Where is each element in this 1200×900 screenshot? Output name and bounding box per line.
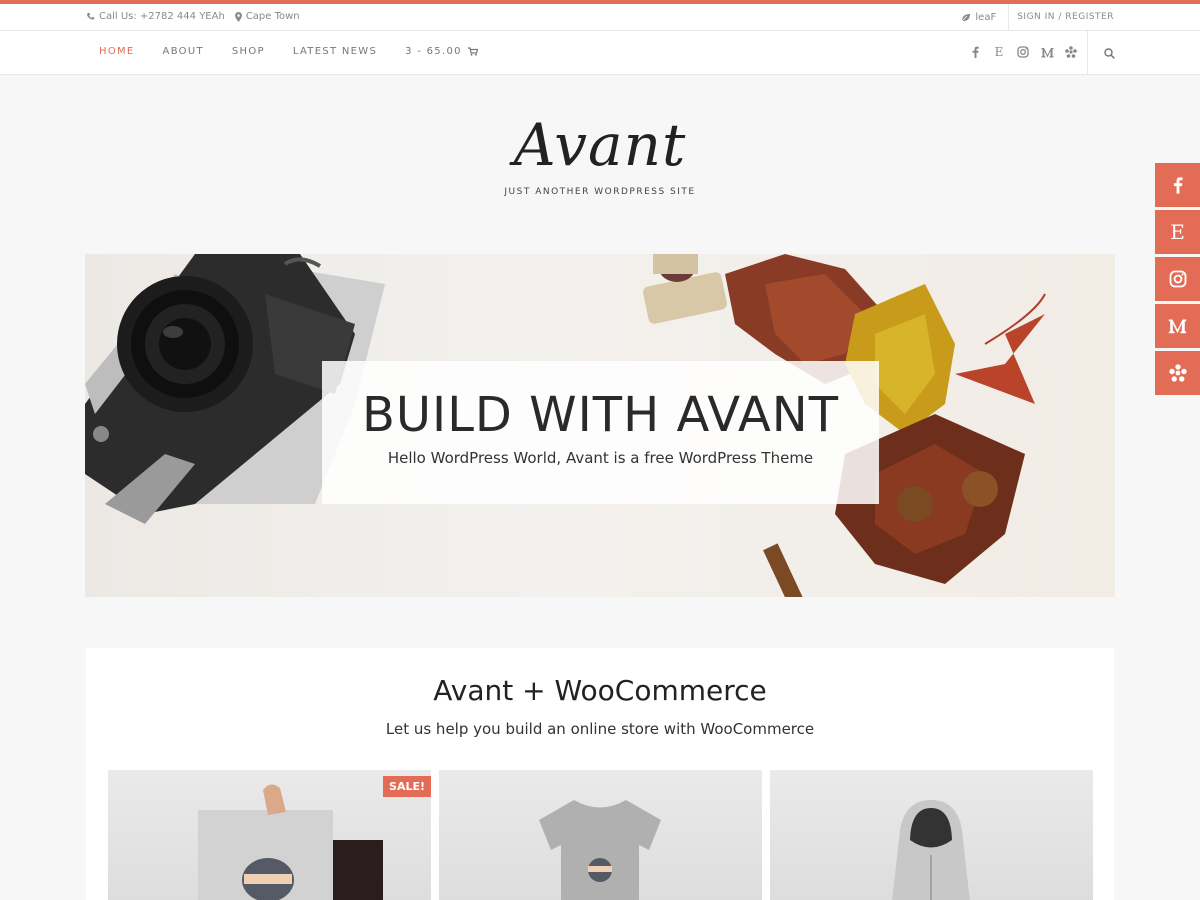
nav-social-icons: E — [968, 44, 1078, 60]
floating-social-bar: E — [1155, 163, 1200, 398]
nav-item-latest-news[interactable]: LATEST NEWS — [293, 46, 377, 57]
woocommerce-section: Avant + WooCommerce Let us help you buil… — [86, 648, 1114, 900]
sign-in-register-link[interactable]: SIGN IN / REGISTER — [1008, 4, 1114, 30]
floating-yelp-button[interactable] — [1155, 351, 1200, 395]
hero-caption: BUILD WITH AVANT Hello WordPress World, … — [322, 361, 879, 504]
product-image-tshirt — [539, 800, 661, 900]
floating-instagram-button[interactable] — [1155, 257, 1200, 301]
search-icon — [1104, 47, 1115, 59]
search-button[interactable] — [1087, 31, 1115, 75]
instagram-icon — [1169, 270, 1186, 288]
cart-total: 3 - 65.00 — [405, 46, 462, 57]
cart-icon — [467, 47, 478, 56]
section-title: Avant + WooCommerce — [433, 674, 767, 707]
section-subtitle: Let us help you build an online store wi… — [385, 720, 815, 738]
medium-icon — [1168, 319, 1187, 334]
product-card-poster[interactable]: SALE! — [108, 770, 431, 900]
floating-etsy-button[interactable]: E — [1155, 210, 1200, 254]
floating-facebook-button[interactable] — [1155, 163, 1200, 207]
nav-item-shop[interactable]: SHOP — [232, 46, 265, 57]
phone-icon — [87, 12, 95, 20]
nav-item-about[interactable]: ABOUT — [163, 46, 204, 57]
site-logo[interactable]: Avant — [0, 105, 1200, 185]
nav-cart[interactable]: 3 - 65.00 — [405, 46, 478, 57]
phone-text: Call Us: +2782 444 YEAh — [99, 11, 225, 22]
yelp-icon[interactable] — [1064, 44, 1078, 60]
leaf-icon — [962, 13, 971, 21]
site-branding: Avant JUST ANOTHER WORDPRESS SITE — [0, 105, 1200, 197]
map-marker-icon — [234, 11, 242, 22]
hero-title: BUILD WITH AVANT — [361, 387, 840, 443]
product-card-hoodie[interactable] — [770, 770, 1093, 900]
nav-menu: HOME ABOUT SHOP LATEST NEWS 3 - 65.00 — [99, 46, 478, 57]
site-tagline: JUST ANOTHER WORDPRESS SITE — [504, 187, 696, 197]
medium-icon[interactable] — [1040, 44, 1054, 60]
facebook-icon — [1173, 177, 1183, 194]
hero-slider: BUILD WITH AVANT Hello WordPress World, … — [85, 254, 1115, 597]
product-image-hoodie — [892, 800, 970, 900]
facebook-icon[interactable] — [968, 44, 982, 60]
floating-medium-button[interactable] — [1155, 304, 1200, 348]
location-text: Cape Town — [245, 11, 300, 22]
leaf-link[interactable]: leaF — [961, 12, 1008, 23]
location-info: Cape Town — [234, 11, 300, 22]
top-info-bar: Call Us: +2782 444 YEAh Cape Town leaF S… — [0, 4, 1200, 31]
leaf-text: leaF — [975, 11, 997, 23]
etsy-icon: E — [1170, 220, 1185, 244]
cork-illustration — [643, 254, 727, 324]
product-card-tshirt[interactable] — [439, 770, 762, 900]
instagram-icon[interactable] — [1016, 44, 1030, 60]
nav-item-home[interactable]: HOME — [99, 46, 135, 57]
main-navigation: HOME ABOUT SHOP LATEST NEWS 3 - 65.00 E — [0, 31, 1200, 75]
phone-info[interactable]: Call Us: +2782 444 YEAh — [86, 11, 225, 22]
etsy-icon[interactable]: E — [992, 44, 1006, 60]
hero-subtitle: Hello WordPress World, Avant is a free W… — [387, 449, 814, 467]
sale-badge: SALE! — [383, 776, 431, 797]
yelp-icon — [1168, 364, 1187, 382]
